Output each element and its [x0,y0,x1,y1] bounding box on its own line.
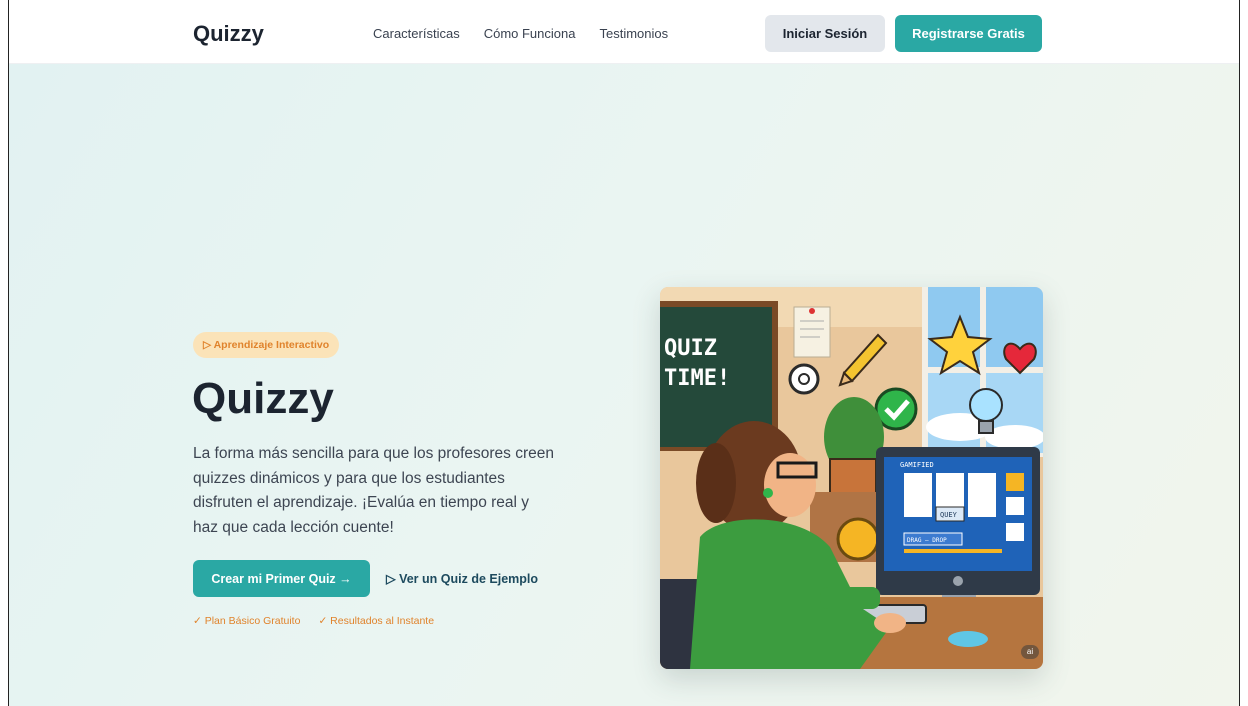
perks-list: ✓ Plan Básico Gratuito ✓ Resultados al I… [193,615,434,627]
screen-drag-drop-text: DRAG — DROP [907,537,947,544]
hero-title: Quizzy [192,374,334,423]
nav-link-testimonios[interactable]: Testimonios [599,26,668,41]
hero-description: La forma más sencilla para que los profe… [193,445,554,536]
login-button[interactable]: Iniciar Sesión [765,15,885,52]
perk-free-plan: ✓ Plan Básico Gratuito [193,615,301,627]
nav-link-como-funciona[interactable]: Cómo Funciona [484,26,576,41]
create-quiz-button[interactable]: Crear mi Primer Quiz → [193,560,370,597]
perk-instant-results: ✓ Resultados al Instante [318,615,435,627]
nav-link-caracteristicas[interactable]: Características [373,26,460,41]
hero-section: ▷ Aprendizaje Interactivo Quizzy La form… [9,64,1239,706]
page-frame: Quizzy Características Cómo Funciona Tes… [8,0,1240,706]
board-text-quiz: QUIZ [664,336,717,361]
top-navbar: Quizzy Características Cómo Funciona Tes… [9,0,1239,64]
feature-badge: ▷ Aprendizaje Interactivo [193,332,340,358]
brand-logo[interactable]: Quizzy [193,21,264,47]
register-button[interactable]: Registrarse Gratis [895,15,1042,52]
main-nav: Características Cómo Funciona Testimonio… [373,26,668,41]
screen-label-text: QUEY [940,511,958,519]
hero-illustration: QUIZ TIME! GAMIFIED QUEY DRAG — DROP ai [660,287,1043,669]
board-text-time: TIME! [664,366,730,391]
pixel-art-classroom-image: QUIZ TIME! GAMIFIED QUEY DRAG — DROP [660,287,1043,669]
screen-title-text: GAMIFIED [900,461,934,469]
example-quiz-link[interactable]: ▷ Ver un Quiz de Ejemplo [386,571,538,586]
ai-generated-badge: ai [1021,645,1039,659]
